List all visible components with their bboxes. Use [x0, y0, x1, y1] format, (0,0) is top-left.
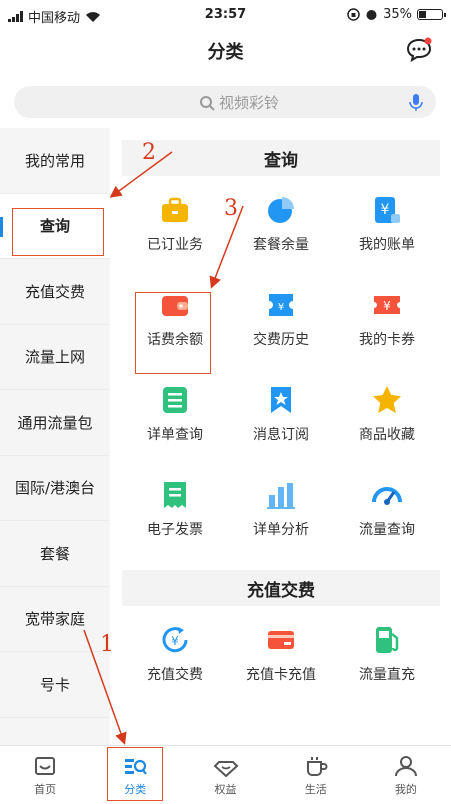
battery-fill	[419, 11, 426, 18]
grid-item-label: 我的卡券	[359, 331, 415, 348]
section-grid: ¥ 充值交费 充值卡充值 流量直充	[122, 606, 440, 701]
star-icon	[373, 385, 401, 413]
coupon-icon: ¥	[374, 295, 400, 314]
grid-item-label: 套餐余量	[253, 236, 309, 253]
tab-bar: 首页 分类 权益 生活 我的	[0, 745, 451, 804]
microphone-icon[interactable]	[406, 92, 426, 112]
nav-bar: 分类	[0, 30, 451, 74]
fuel-icon	[376, 626, 399, 653]
grid-item-label: 详单分析	[253, 521, 309, 538]
alarm-icon	[366, 10, 377, 20]
battery-percent: 35%	[383, 7, 412, 22]
svg-text:¥: ¥	[383, 299, 391, 313]
sidebar-item[interactable]: 充值交费	[0, 259, 110, 325]
search-icon	[200, 95, 215, 111]
gauge-icon	[372, 486, 402, 505]
tab-label: 首页	[34, 782, 57, 796]
grid-item-label: 流量查询	[359, 521, 415, 538]
cup-icon	[306, 756, 328, 776]
tab-label: 我的	[394, 782, 417, 796]
briefcase-icon	[162, 197, 188, 222]
grid-item[interactable]: ¥ 充值交费	[122, 606, 228, 701]
tab-person[interactable]: 我的	[361, 746, 451, 804]
grid-item-label: 充值卡充值	[246, 666, 316, 683]
page-title: 分类	[207, 42, 244, 63]
section-title: 充值交费	[122, 570, 440, 606]
search-bar[interactable]: 视频彩铃	[14, 86, 436, 118]
grid-item[interactable]: 已订业务	[122, 176, 228, 271]
ticket-icon: ¥	[269, 293, 293, 316]
category-content: 查询 已订业务 套餐余量 ¥ 我的账单 话费余额 ¥ 交费历史 ¥ 我的卡券 详单查询 消息订阅 商品收…	[122, 140, 440, 701]
svg-text:¥: ¥	[171, 634, 179, 648]
grid-item[interactable]: ¥ 我的卡券	[334, 271, 440, 366]
grid-item[interactable]: 流量直充	[334, 606, 440, 701]
grid-item[interactable]: 电子发票	[122, 461, 228, 556]
sidebar-item[interactable]: 宽带家庭	[0, 587, 110, 652]
grid-item[interactable]: 套餐余量	[228, 176, 334, 271]
highlight-box-balance	[135, 292, 211, 374]
grid-item-label: 商品收藏	[359, 426, 415, 443]
grid-item-label: 交费历史	[253, 331, 309, 348]
grid-item[interactable]: ¥ 交费历史	[228, 271, 334, 366]
grid-item-label: 已订业务	[147, 236, 203, 253]
sidebar-item[interactable]: 流量上网	[0, 325, 110, 390]
tab-label: 权益	[214, 782, 237, 796]
annotation-number-2: 2	[142, 140, 156, 165]
svg-text:¥: ¥	[381, 202, 390, 218]
grid-item-label: 充值交费	[147, 666, 203, 683]
grid-item[interactable]: 详单查询	[122, 366, 228, 461]
sidebar-item[interactable]: 号卡	[0, 652, 110, 718]
search-placeholder-text: 视频彩铃	[219, 94, 280, 112]
person-icon	[394, 755, 417, 776]
bar-chart-icon	[267, 482, 295, 509]
grid-item-label: 我的账单	[359, 236, 415, 253]
bookmark-icon	[271, 386, 291, 413]
bill-icon: ¥	[375, 196, 400, 223]
search-placeholder: 视频彩铃	[199, 92, 279, 113]
tab-home[interactable]: 首页	[0, 746, 90, 804]
home-icon	[35, 756, 56, 775]
tab-diamond[interactable]: 权益	[180, 746, 270, 804]
invoice-icon	[164, 481, 186, 508]
highlight-box-query	[12, 208, 104, 256]
annotation-number-1: 1	[100, 632, 114, 657]
status-bar: 中国移动 23:57 35%	[0, 0, 451, 30]
recharge-icon: ¥	[162, 626, 188, 652]
tab-label: 生活	[304, 782, 327, 796]
pie-chart-icon	[268, 196, 294, 223]
card-icon	[268, 630, 294, 649]
highlight-box-category-tab	[107, 747, 163, 801]
battery-icon	[417, 9, 446, 20]
grid-item[interactable]: 充值卡充值	[228, 606, 334, 701]
sidebar-item[interactable]: 我的常用	[0, 128, 110, 194]
sidebar-item[interactable]: 套餐	[0, 521, 110, 587]
grid-item-label: 消息订阅	[253, 426, 309, 443]
grid-item[interactable]: 商品收藏	[334, 366, 440, 461]
message-icon[interactable]	[405, 37, 433, 63]
grid-item[interactable]: 消息订阅	[228, 366, 334, 461]
svg-text:¥: ¥	[278, 302, 284, 313]
sidebar-item[interactable]: 国际/港澳台	[0, 456, 110, 521]
sidebar-item[interactable]: 通用流量包	[0, 390, 110, 456]
rotation-lock-icon	[347, 8, 360, 21]
list-icon	[163, 386, 187, 413]
section-title: 查询	[122, 140, 440, 176]
grid-item[interactable]: ¥ 我的账单	[334, 176, 440, 271]
tab-cup[interactable]: 生活	[271, 746, 361, 804]
annotation-number-3: 3	[224, 196, 238, 221]
grid-item-label: 流量直充	[359, 666, 415, 683]
grid-item[interactable]: 详单分析	[228, 461, 334, 556]
grid-item[interactable]: 流量查询	[334, 461, 440, 556]
grid-item-label: 详单查询	[147, 426, 203, 443]
grid-item-label: 电子发票	[147, 521, 203, 538]
diamond-icon	[213, 760, 238, 777]
